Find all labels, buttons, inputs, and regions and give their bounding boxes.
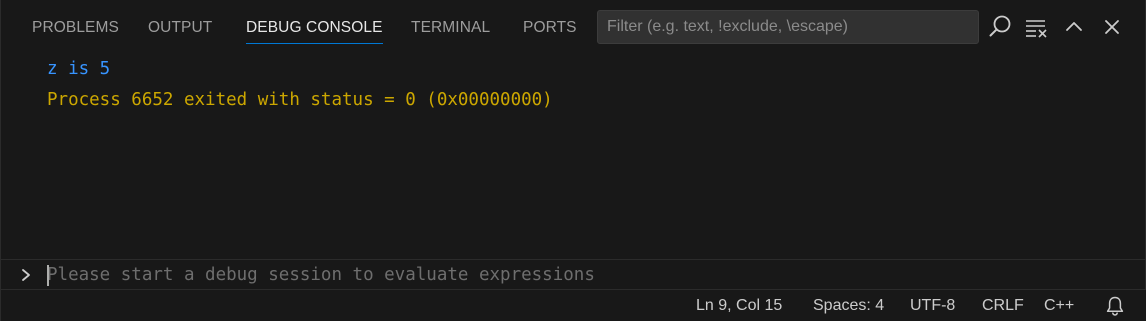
chevron-up-icon[interactable]	[1060, 13, 1088, 41]
filter-input[interactable]	[598, 11, 978, 43]
tab-terminal[interactable]: TERMINAL	[411, 19, 490, 37]
tab-label: PORTS	[523, 19, 577, 36]
console-line: z is 5	[47, 59, 111, 79]
active-tab-indicator	[246, 43, 383, 44]
status-bar: Ln 9, Col 15 Spaces: 4 UTF-8 CRLF C++	[1, 289, 1146, 321]
clear-console-icon[interactable]	[1022, 13, 1050, 41]
console-line: Process 6652 exited with status = 0 (0x0…	[47, 89, 553, 110]
tab-label: DEBUG CONSOLE	[246, 19, 383, 36]
tab-label: OUTPUT	[148, 19, 213, 36]
repl-expression-input[interactable]	[47, 260, 1127, 289]
status-line-ending[interactable]: CRLF	[982, 296, 1024, 316]
filter-box	[597, 10, 979, 44]
close-icon[interactable]	[1098, 13, 1126, 41]
status-language-mode[interactable]: C++	[1044, 296, 1074, 316]
status-indentation[interactable]: Spaces: 4	[813, 296, 884, 316]
tab-label: TERMINAL	[411, 19, 491, 36]
search-icon[interactable]	[986, 13, 1014, 41]
debug-console-panel: PROBLEMS OUTPUT DEBUG CONSOLE TERMINAL P…	[0, 0, 1146, 321]
panel-tab-bar: PROBLEMS OUTPUT DEBUG CONSOLE TERMINAL P…	[1, 0, 1146, 54]
tab-debug-console[interactable]: DEBUG CONSOLE	[246, 19, 383, 44]
text-cursor	[47, 265, 49, 286]
repl-input-row	[1, 259, 1146, 289]
console-output: z is 5 Process 6652 exited with status =…	[47, 56, 553, 117]
chevron-right-icon	[22, 269, 30, 281]
tab-output[interactable]: OUTPUT	[148, 19, 212, 37]
tab-label: PROBLEMS	[32, 19, 119, 36]
tab-ports[interactable]: PORTS	[523, 19, 577, 37]
status-encoding[interactable]: UTF-8	[910, 296, 955, 316]
bell-icon[interactable]	[1105, 295, 1125, 317]
tab-problems[interactable]: PROBLEMS	[32, 19, 119, 37]
status-cursor-position[interactable]: Ln 9, Col 15	[696, 296, 782, 316]
